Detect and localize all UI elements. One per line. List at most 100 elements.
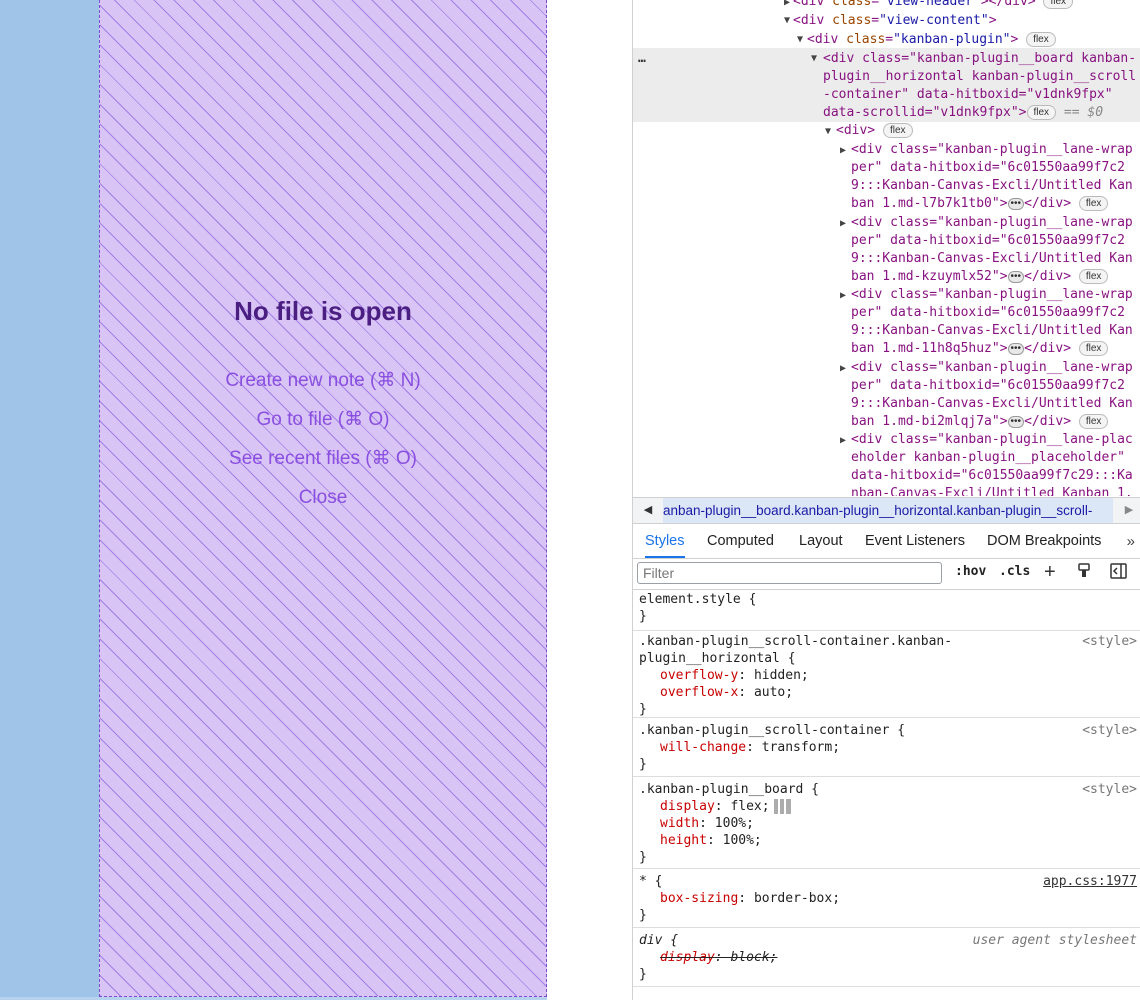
lane-wrapper-2-line3[interactable]: 9:::Kanban-Canvas-Excli/Untitled Kan <box>851 250 1133 268</box>
hover-state-button[interactable]: :hov <box>955 564 986 579</box>
style-property[interactable]: overflow-x: auto; <box>639 684 1140 701</box>
rule-close-brace: } <box>639 702 647 717</box>
flex-badge[interactable]: flex <box>1078 196 1109 211</box>
new-style-rule-icon[interactable]: + <box>1044 561 1056 584</box>
flex-badge[interactable]: flex <box>1078 269 1109 284</box>
expand-triangle-icon[interactable]: ▶ <box>840 360 846 378</box>
attr-name: class <box>832 13 872 28</box>
node-menu-dots-icon[interactable]: … <box>638 50 646 68</box>
tab-dom-breakpoints[interactable]: DOM Breakpoints <box>987 525 1101 558</box>
attr-value: "kanban-plugin" <box>893 32 1011 47</box>
lane-wrapper-4-line1[interactable]: <div class="kanban-plugin__lane-wrap <box>851 359 1133 377</box>
lane-placeholder-line2[interactable]: eholder kanban-plugin__placeholder" <box>851 449 1125 467</box>
sidebar-tabs: Styles Computed Layout Event Listeners D… <box>633 525 1140 559</box>
flex-badge[interactable]: flex <box>1026 105 1057 120</box>
style-rule-scroll-container[interactable]: <style> .kanban-plugin__scroll-container… <box>633 721 1140 777</box>
tree-node-view-content[interactable]: <div class="view-content"> <box>793 12 997 30</box>
lane-wrapper-2-line4[interactable]: ban 1.md-kzuymlx52"> ••• </div> flex <box>851 268 1109 286</box>
tree-node-view-header[interactable]: <div class="view-header"></div> flex <box>793 0 1074 11</box>
lane-placeholder-line3[interactable]: data-hitboxid="6c01550aa99f7c29:::Ka <box>851 467 1133 485</box>
lane-wrapper-3-line1[interactable]: <div class="kanban-plugin__lane-wrap <box>851 286 1133 304</box>
create-new-note-link[interactable]: Create new note (⌘ N) <box>100 361 546 400</box>
style-property-overridden[interactable]: display: block; <box>639 949 1140 966</box>
collapse-triangle-icon[interactable]: ▼ <box>825 123 831 141</box>
attr-value: "view-content" <box>879 13 989 28</box>
style-rule-scroll-container-horizontal[interactable]: <style> .kanban-plugin__scroll-container… <box>633 632 1140 718</box>
lane-wrapper-4-line3[interactable]: 9:::Kanban-Canvas-Excli/Untitled Kan <box>851 395 1133 413</box>
lane-wrapper-1-line3[interactable]: 9:::Kanban-Canvas-Excli/Untitled Kan <box>851 177 1133 195</box>
property-name: overflow-y <box>660 668 739 683</box>
lane-wrapper-1-line2[interactable]: per" data-hitboxid="6c01550aa99f7c2 <box>851 159 1125 177</box>
tag-end: </div> <box>1024 341 1072 356</box>
selected-node-line3[interactable]: -container" data-hitboxid="v1dnk9fpx" <box>823 86 1113 104</box>
selected-node-line2[interactable]: plugin__horizontal kanban-plugin__scroll <box>823 68 1136 86</box>
collapse-triangle-icon[interactable]: ▼ <box>784 12 790 30</box>
see-recent-files-link[interactable]: See recent files (⌘ O) <box>100 439 546 478</box>
tree-node-inner-div[interactable]: <div> flex <box>836 122 913 140</box>
flex-badge[interactable]: flex <box>1043 0 1074 9</box>
style-rule-universal[interactable]: app.css:1977 * { box-sizing: border-box;… <box>633 872 1140 928</box>
collapsed-content-icon[interactable]: ••• <box>1007 197 1025 210</box>
rule-source[interactable]: <style> <box>1082 781 1137 798</box>
lane-wrapper-3-line4[interactable]: ban 1.md-11h8q5huz"> ••• </div> flex <box>851 340 1109 358</box>
selected-node-line4[interactable]: data-scrollid="v1dnk9fpx"> flex == $0 <box>823 104 1103 122</box>
flex-badge[interactable]: flex <box>1078 414 1109 429</box>
property-name: width <box>660 816 700 831</box>
lane-wrapper-2-line2[interactable]: per" data-hitboxid="6c01550aa99f7c2 <box>851 232 1125 250</box>
lane-wrapper-3-line3[interactable]: 9:::Kanban-Canvas-Excli/Untitled Kan <box>851 322 1133 340</box>
tag-text: ban 1.md-bi2mlqj7a"> <box>851 414 1008 429</box>
collapsed-content-icon[interactable]: ••• <box>1007 270 1025 283</box>
style-property[interactable]: will-change: transform; <box>639 739 1140 756</box>
style-rule-element[interactable]: element.style { } <box>633 590 1140 631</box>
collapsed-content-icon[interactable]: ••• <box>1007 342 1025 355</box>
tab-event-listeners[interactable]: Event Listeners <box>865 525 965 558</box>
flex-badge[interactable]: flex <box>1078 341 1109 356</box>
style-property[interactable]: height: 100%; <box>639 832 1140 849</box>
style-rule-board[interactable]: <style> .kanban-plugin__board { display:… <box>633 780 1140 869</box>
style-property[interactable]: display: flex; <box>639 798 1140 815</box>
lane-wrapper-3-line2[interactable]: per" data-hitboxid="6c01550aa99f7c2 <box>851 304 1125 322</box>
tab-layout[interactable]: Layout <box>799 525 843 558</box>
expand-triangle-icon[interactable]: ▶ <box>840 432 846 450</box>
style-property[interactable]: box-sizing: border-box; <box>639 890 1140 907</box>
lane-wrapper-4-line2[interactable]: per" data-hitboxid="6c01550aa99f7c2 <box>851 377 1125 395</box>
go-to-file-link[interactable]: Go to file (⌘ O) <box>100 400 546 439</box>
expand-triangle-icon[interactable]: ▶ <box>784 0 790 12</box>
rule-selector: element.style { <box>639 592 757 607</box>
tree-node-kanban-plugin[interactable]: <div class="kanban-plugin"> flex <box>807 31 1056 49</box>
close-link[interactable]: Close <box>100 478 546 517</box>
class-toggle-button[interactable]: .cls <box>999 564 1030 579</box>
breadcrumb-selected-node[interactable]: anban-plugin__board.kanban-plugin__horiz… <box>663 498 1113 523</box>
expand-triangle-icon[interactable]: ▶ <box>840 142 846 160</box>
lane-placeholder-line4[interactable]: nban-Canvas-Excli/Untitled Kanban 1. <box>851 485 1133 496</box>
lane-placeholder-line1[interactable]: <div class="kanban-plugin__lane-plac <box>851 431 1133 449</box>
style-property[interactable]: width: 100%; <box>639 815 1140 832</box>
collapse-triangle-icon[interactable]: ▼ <box>797 31 803 49</box>
flexbox-editor-icon[interactable] <box>773 799 791 814</box>
tab-computed[interactable]: Computed <box>707 525 774 558</box>
scroll-right-icon[interactable]: ▶ <box>1117 498 1140 523</box>
more-tabs-icon[interactable]: » <box>1127 525 1135 558</box>
scroll-left-icon[interactable]: ◀ <box>635 498 661 523</box>
rule-source-link[interactable]: app.css:1977 <box>1043 873 1137 890</box>
lane-wrapper-1-line4[interactable]: ban 1.md-l7b7k1tb0"> ••• </div> flex <box>851 195 1109 213</box>
expand-triangle-icon[interactable]: ▶ <box>840 215 846 233</box>
expand-triangle-icon[interactable]: ▶ <box>840 287 846 305</box>
lane-wrapper-1-line1[interactable]: <div class="kanban-plugin__lane-wrap <box>851 141 1133 159</box>
selected-node-line1[interactable]: <div class="kanban-plugin__board kanban- <box>823 50 1136 68</box>
paint-brush-icon[interactable] <box>1076 563 1092 584</box>
lane-wrapper-4-line4[interactable]: ban 1.md-bi2mlqj7a"> ••• </div> flex <box>851 413 1109 431</box>
style-property[interactable]: overflow-y: hidden; <box>639 667 1140 684</box>
style-rule-user-agent-div[interactable]: user agent stylesheet div { display: blo… <box>633 931 1140 987</box>
collapse-triangle-icon[interactable]: ▼ <box>811 50 817 68</box>
lane-wrapper-2-line1[interactable]: <div class="kanban-plugin__lane-wrap <box>851 214 1133 232</box>
rule-source[interactable]: <style> <box>1082 633 1137 650</box>
elements-tree[interactable]: ▶ <div class="view-header"></div> flex ▼… <box>633 0 1140 496</box>
collapsed-content-icon[interactable]: ••• <box>1007 415 1025 428</box>
rule-source[interactable]: <style> <box>1082 722 1137 739</box>
flex-badge[interactable]: flex <box>882 123 913 138</box>
toggle-sidebar-icon[interactable] <box>1110 563 1127 584</box>
flex-badge[interactable]: flex <box>1026 32 1056 47</box>
tab-styles[interactable]: Styles <box>645 525 685 558</box>
styles-filter-input[interactable] <box>637 562 942 584</box>
